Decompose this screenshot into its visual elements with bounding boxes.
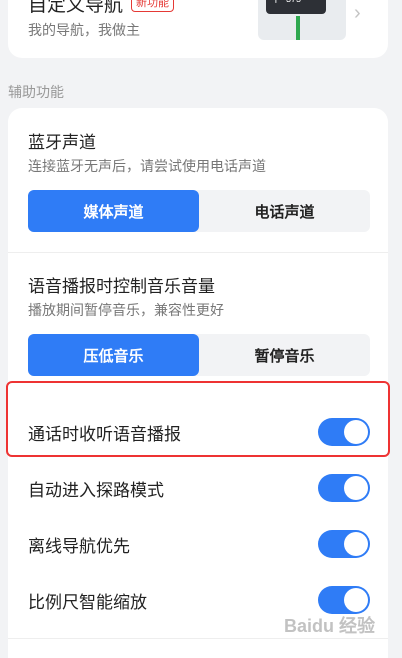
preview-instruction-bar: ↰ 375 bbox=[266, 0, 326, 14]
navigation-preview-thumbnail: ↰ 375 bbox=[258, 0, 346, 40]
chevron-right-icon: › bbox=[354, 2, 361, 24]
highlight-annotation-box bbox=[6, 381, 390, 457]
section-title-assistive: 辅助功能 bbox=[8, 84, 64, 100]
media-channel-option[interactable]: 媒体声道 bbox=[28, 190, 199, 232]
turn-arrow-icon: ↰ bbox=[270, 0, 279, 6]
preview-route-line bbox=[296, 16, 300, 40]
custom-navigation-subtitle: 我的导航，我做主 bbox=[28, 22, 140, 38]
custom-navigation-title-row: 自定义导航 新功能 bbox=[28, 0, 175, 17]
bluetooth-channel-desc: 连接蓝牙无声后，请尝试使用电话声道 bbox=[28, 158, 266, 174]
custom-navigation-card[interactable]: 自定义导航 新功能 我的导航，我做主 ↰ 375 › bbox=[8, 0, 388, 58]
music-volume-segmented: 压低音乐 暂停音乐 bbox=[28, 334, 370, 376]
divider bbox=[8, 638, 388, 639]
switch-knob bbox=[344, 476, 368, 500]
divider bbox=[8, 252, 388, 253]
toggle-row-explore-mode: 自动进入探路模式 bbox=[8, 468, 388, 508]
phone-channel-option[interactable]: 电话声道 bbox=[199, 190, 370, 232]
pause-music-option[interactable]: 暂停音乐 bbox=[199, 334, 370, 376]
smart-zoom-switch[interactable] bbox=[318, 586, 370, 614]
offline-nav-label: 离线导航优先 bbox=[28, 537, 130, 556]
baidu-watermark: Baidu 经验 bbox=[284, 616, 376, 636]
preview-distance: 375 bbox=[286, 0, 301, 4]
switch-knob bbox=[344, 588, 368, 612]
new-feature-badge: 新功能 bbox=[131, 0, 175, 12]
custom-navigation-title: 自定义导航 bbox=[28, 0, 124, 16]
music-volume-title: 语音播报时控制音乐音量 bbox=[28, 277, 215, 296]
bluetooth-channel-title: 蓝牙声道 bbox=[28, 133, 96, 152]
toggle-row-offline-nav: 离线导航优先 bbox=[8, 524, 388, 564]
offline-nav-switch[interactable] bbox=[318, 530, 370, 558]
music-volume-desc: 播放期间暂停音乐，兼容性更好 bbox=[28, 302, 224, 318]
bluetooth-channel-segmented: 媒体声道 电话声道 bbox=[28, 190, 370, 232]
smart-zoom-label: 比例尺智能缩放 bbox=[28, 593, 147, 612]
lower-music-option[interactable]: 压低音乐 bbox=[28, 334, 199, 376]
explore-mode-label: 自动进入探路模式 bbox=[28, 481, 164, 500]
switch-knob bbox=[344, 532, 368, 556]
explore-mode-switch[interactable] bbox=[318, 474, 370, 502]
